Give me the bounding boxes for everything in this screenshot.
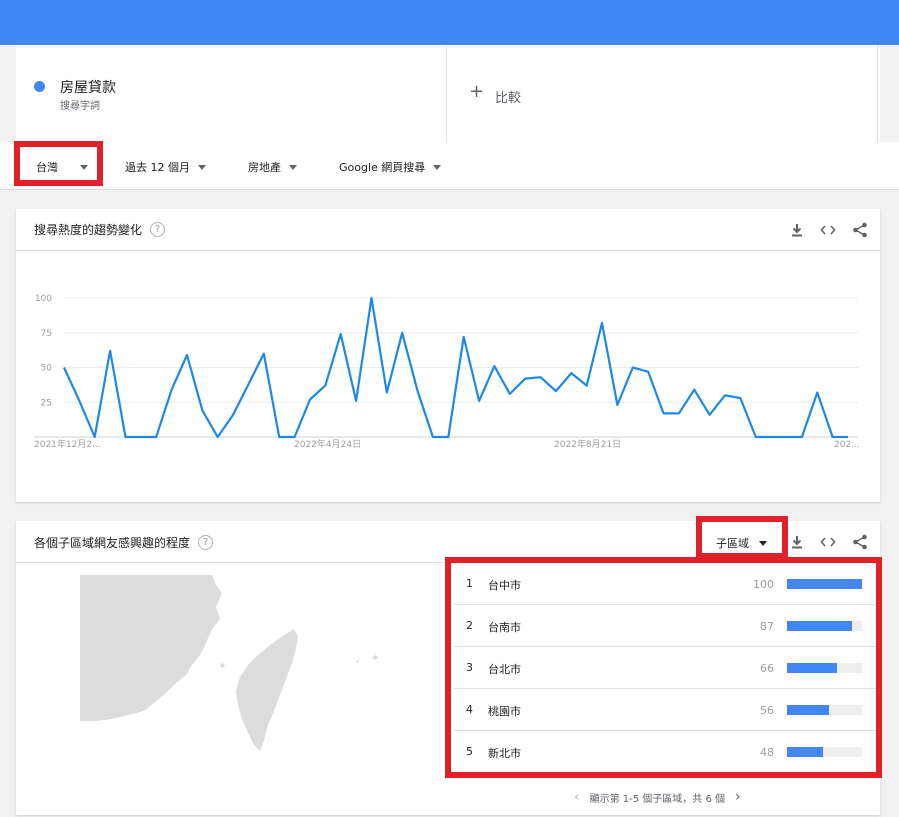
data-point[interactable]: [460, 333, 468, 341]
download-icon[interactable]: [790, 535, 804, 549]
search-term-card[interactable]: 房屋貸款 搜尋字詞: [16, 45, 447, 142]
data-point[interactable]: [75, 397, 83, 405]
filter-time-label: 過去 12 個月: [125, 161, 190, 174]
data-point[interactable]: [91, 433, 99, 441]
data-point[interactable]: [367, 294, 375, 302]
data-point[interactable]: [244, 380, 252, 388]
data-point[interactable]: [629, 364, 637, 372]
data-point[interactable]: [475, 397, 483, 405]
data-point[interactable]: [214, 433, 222, 441]
chevron-down-icon: [198, 164, 206, 170]
offshore-islet: [220, 655, 378, 668]
data-point[interactable]: [198, 407, 206, 415]
taiwan-island-shape[interactable]: [236, 629, 298, 751]
chevron-right-icon[interactable]: ›: [735, 789, 741, 805]
data-point[interactable]: [398, 329, 406, 337]
data-point[interactable]: [260, 350, 268, 358]
term-color-dot: [34, 81, 45, 92]
data-point[interactable]: [506, 390, 514, 398]
x-tick-label: 2021年12月2...: [34, 438, 101, 450]
taiwan-region-map: [80, 575, 378, 751]
data-point[interactable]: [598, 319, 606, 327]
data-point[interactable]: [306, 395, 314, 403]
chevron-left-icon[interactable]: ‹: [574, 789, 580, 805]
data-point[interactable]: [767, 433, 775, 441]
data-point[interactable]: [183, 351, 191, 359]
data-point[interactable]: [660, 409, 668, 417]
pagination-label: 顯示第 1-5 個子區域，共 6 個: [589, 793, 726, 805]
data-point[interactable]: [321, 382, 329, 390]
region-card-tools: [790, 534, 868, 550]
data-point[interactable]: [414, 387, 422, 395]
data-point[interactable]: [168, 386, 176, 394]
x-tick-label: 2022年4月24日: [294, 438, 361, 450]
filter-search-type-label: Google 網頁搜尋: [339, 161, 426, 174]
data-point[interactable]: [60, 364, 68, 372]
data-point[interactable]: [275, 433, 283, 441]
chevron-down-icon: [289, 164, 297, 170]
data-point[interactable]: [106, 347, 114, 355]
data-point[interactable]: [675, 409, 683, 417]
data-point[interactable]: [752, 433, 760, 441]
plus-icon: +: [469, 81, 485, 102]
data-point[interactable]: [444, 433, 452, 441]
x-tick-label: 202...: [834, 440, 860, 450]
data-point[interactable]: [229, 411, 237, 419]
filter-time-range[interactable]: 過去 12 個月: [125, 159, 206, 175]
highlight-ranking-list: [445, 557, 882, 778]
data-point[interactable]: [429, 433, 437, 441]
data-point[interactable]: [736, 394, 744, 402]
top-app-bar: [0, 0, 899, 45]
compare-label: 比較: [495, 91, 522, 106]
data-point[interactable]: [690, 386, 698, 394]
data-point[interactable]: [813, 389, 821, 397]
data-point[interactable]: [644, 368, 652, 376]
search-term-row: 房屋貸款 搜尋字詞 + 比較: [16, 45, 880, 142]
data-point[interactable]: [552, 387, 560, 395]
filter-category-label: 房地產: [248, 161, 281, 174]
y-tick-label: 100: [35, 294, 52, 304]
data-point[interactable]: [829, 433, 837, 441]
trend-line-chart: 25 50 75 100 2021年12月2... 2022年4月24日 2022年8月21…: [34, 294, 860, 450]
term-name: 房屋貸款: [60, 80, 116, 96]
help-icon[interactable]: ?: [198, 535, 214, 550]
data-point[interactable]: [706, 411, 714, 419]
share-icon[interactable]: [852, 534, 868, 550]
data-point[interactable]: [121, 433, 129, 441]
highlight-region-filter: [14, 141, 103, 186]
x-tick-label: 2022年8月21日: [554, 438, 621, 450]
data-point[interactable]: [383, 389, 391, 397]
highlight-resolution-dropdown: [696, 516, 788, 559]
chevron-down-icon: [433, 164, 442, 170]
interest-over-time-card: 搜尋熱度的趨勢變化 ? 25 50 75 100 2021年12月2... 2022年4月…: [16, 209, 880, 502]
y-tick-label: 75: [41, 329, 52, 339]
data-point[interactable]: [490, 362, 498, 370]
data-point[interactable]: [567, 369, 575, 377]
data-point[interactable]: [337, 330, 345, 338]
region-card-title: 各個子區域網友感興趣的程度: [34, 536, 191, 550]
data-point[interactable]: [521, 375, 529, 383]
filter-bar: 台灣 過去 12 個月 房地產 Google 網頁搜尋: [0, 142, 899, 190]
filter-search-type[interactable]: Google 網頁搜尋: [339, 159, 442, 175]
filter-category[interactable]: 房地產: [248, 159, 297, 175]
data-point[interactable]: [352, 397, 360, 405]
y-tick-label: 50: [41, 364, 53, 374]
data-point[interactable]: [537, 373, 545, 381]
data-point[interactable]: [798, 433, 806, 441]
data-point[interactable]: [152, 433, 160, 441]
compare-button[interactable]: + 比較: [447, 45, 878, 142]
y-tick-label: 25: [41, 398, 52, 408]
embed-icon[interactable]: [820, 535, 836, 549]
data-point[interactable]: [844, 433, 852, 441]
term-type: 搜尋字詞: [60, 101, 100, 112]
data-point[interactable]: [721, 391, 729, 399]
mainland-coast-shape: [80, 575, 222, 721]
data-point[interactable]: [583, 382, 591, 390]
data-point[interactable]: [137, 433, 145, 441]
region-card-header: 各個子區域網友感興趣的程度 ?: [34, 534, 214, 551]
data-point[interactable]: [783, 433, 791, 441]
pagination: ‹ 顯示第 1-5 個子區域，共 6 個 ›: [574, 789, 741, 805]
data-point[interactable]: [291, 433, 299, 441]
data-point[interactable]: [613, 401, 621, 409]
